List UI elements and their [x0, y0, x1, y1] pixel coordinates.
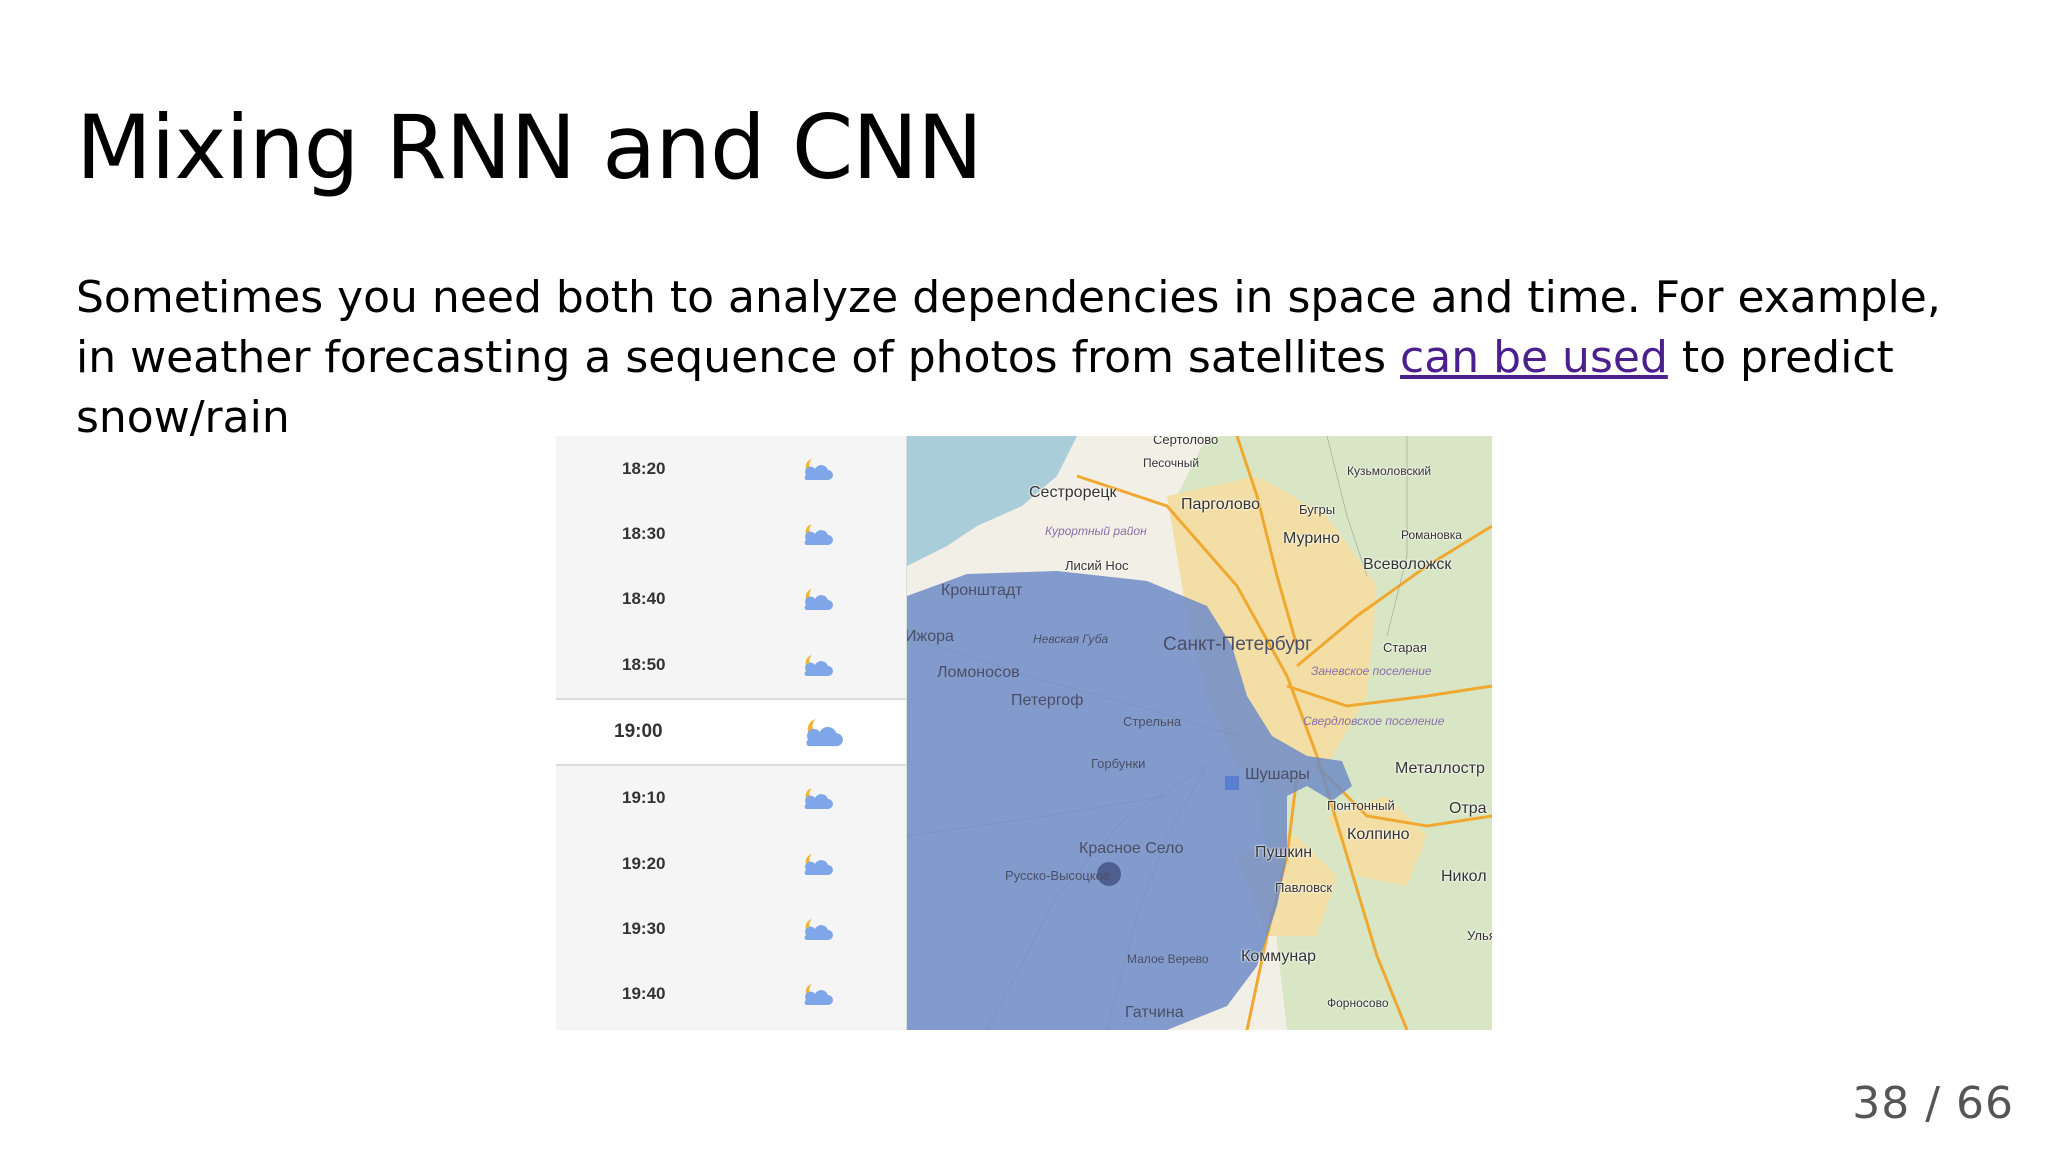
moon-cloud-icon [804, 788, 833, 810]
map-label: Никол [1441, 868, 1487, 885]
moon-cloud-icon [804, 654, 833, 676]
forecast-time: 19:10 [622, 788, 666, 808]
forecast-row[interactable]: 19:30 [556, 896, 906, 961]
map-label: Сестрорецк [1029, 484, 1117, 501]
map-label: Петергоф [1011, 692, 1084, 709]
forecast-row[interactable]: 19:10 [556, 766, 906, 831]
forecast-time: 18:50 [622, 654, 666, 674]
forecast-time: 19:30 [622, 919, 666, 939]
page-number: 38 / 66 [1852, 1078, 2014, 1129]
slide-body-text: Sometimes you need both to analyze depen… [76, 268, 1976, 448]
forecast-row[interactable]: 18:50 [556, 632, 906, 697]
moon-cloud-icon [804, 984, 833, 1006]
map-label: Невская Губа [1033, 632, 1109, 646]
map-label: Форносово [1327, 996, 1389, 1010]
forecast-row[interactable]: 18:30 [556, 501, 906, 566]
forecast-row-selected[interactable]: 19:00 [556, 697, 906, 766]
map-label: Песочный [1143, 456, 1200, 470]
precipitation-map[interactable]: Сертолово Песочный Кузьмоловский Сестрор… [907, 436, 1492, 1030]
map-label: Свердловское поселение [1303, 714, 1445, 728]
weather-forecast-figure: 18:20 18:30 18:40 18:50 19:00 19:10 19:2… [556, 436, 1492, 1030]
map-label: Заневское поселение [1311, 664, 1432, 678]
map-label: Курортный район [1045, 524, 1147, 538]
forecast-time: 19:40 [622, 984, 666, 1004]
map-label: Русско-Высоцкое [1005, 868, 1111, 883]
map-label: Кузьмоловский [1347, 464, 1432, 478]
moon-cloud-icon [804, 853, 833, 875]
map-label: Красное Село [1079, 840, 1184, 857]
map-label: Всеволожск [1363, 556, 1452, 573]
map-label: Романовка [1401, 528, 1462, 542]
forecast-row[interactable]: 18:40 [556, 567, 906, 632]
map-label: Сертолово [1153, 436, 1219, 447]
map-label: Коммунар [1241, 948, 1317, 965]
map-graphic [907, 436, 1492, 1030]
map-label: Бугры [1299, 502, 1336, 517]
forecast-row[interactable]: 18:20 [556, 436, 906, 501]
map-label: Ломоносов [937, 664, 1020, 681]
map-label: Пушкин [1255, 844, 1313, 861]
moon-cloud-icon [804, 524, 833, 546]
map-label: Мурино [1283, 530, 1340, 547]
moon-cloud-icon [804, 589, 833, 611]
map-label: Ульян [1467, 928, 1492, 943]
forecast-time-list: 18:20 18:30 18:40 18:50 19:00 19:10 19:2… [556, 436, 907, 1030]
map-label: Горбунки [1091, 756, 1146, 771]
moon-cloud-icon [806, 718, 843, 746]
map-label: Парголово [1181, 496, 1260, 513]
moon-cloud-icon [804, 458, 833, 480]
map-label: Шушары [1245, 766, 1310, 783]
map-label: Санкт-Петербург [1163, 634, 1313, 655]
map-label: Лисий Нос [1065, 558, 1129, 573]
map-label: Понтонный [1327, 798, 1395, 813]
map-label: Ижора [907, 628, 954, 645]
map-label: Гатчина [1125, 1004, 1184, 1021]
map-label: Колпино [1347, 826, 1410, 843]
map-label: Стрельна [1123, 714, 1182, 729]
moon-cloud-icon [804, 919, 833, 941]
map-label: Кронштадт [941, 582, 1023, 599]
map-label: Старая [1383, 640, 1427, 655]
forecast-row[interactable]: 19:20 [556, 831, 906, 896]
map-label: Отра [1449, 800, 1487, 817]
forecast-time: 19:20 [622, 853, 666, 873]
map-label: Павловск [1275, 880, 1333, 895]
forecast-time: 18:40 [622, 589, 666, 609]
map-label: Малое Верево [1127, 952, 1209, 966]
forecast-time: 18:30 [622, 524, 666, 544]
slide-title: Mixing RNN and CNN [76, 96, 983, 199]
forecast-time: 18:20 [622, 458, 666, 478]
forecast-row[interactable]: 19:40 [556, 962, 906, 1027]
forecast-time: 19:00 [614, 720, 663, 742]
airport-icon [1225, 776, 1239, 790]
map-label: Металлостр [1395, 760, 1485, 777]
can-be-used-link[interactable]: can be used [1400, 332, 1668, 383]
